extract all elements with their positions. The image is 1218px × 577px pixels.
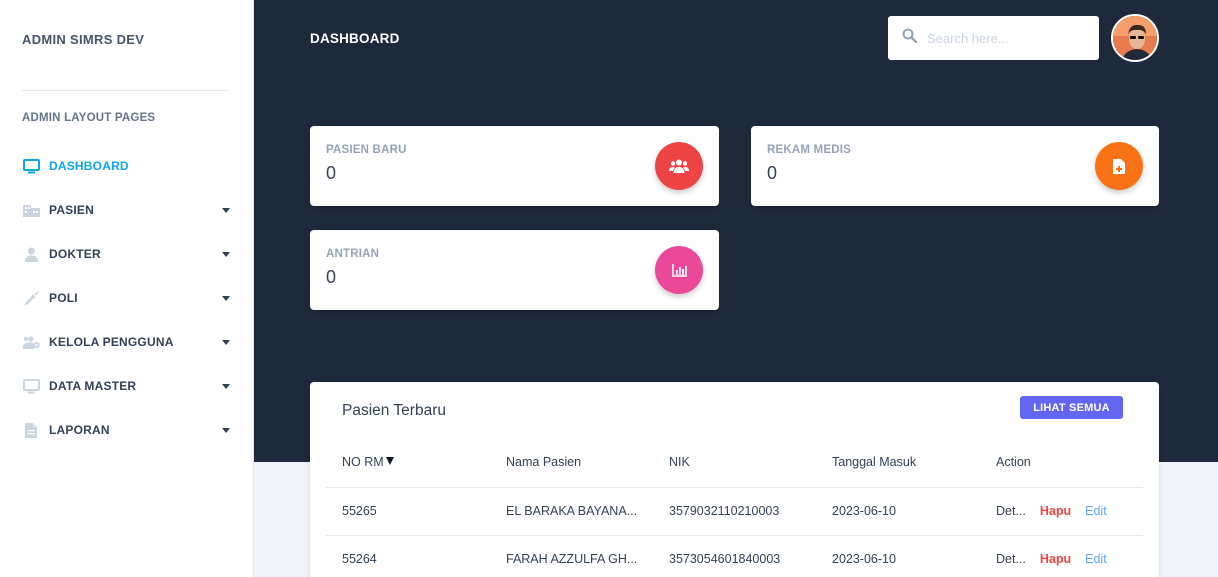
sidebar-item-label: POLI [49, 291, 78, 305]
file-icon [22, 422, 40, 438]
column-header-nama: Nama Pasien [490, 438, 653, 488]
stat-card-pasien-baru: PASIEN BARU 0 [310, 126, 719, 206]
sidebar-heading: ADMIN LAYOUT PAGES [22, 112, 156, 124]
table-header-row: NO RM Nama Pasien NIK Tanggal Masuk Acti… [326, 438, 1143, 488]
chart-bar-icon [655, 246, 703, 294]
avatar[interactable] [1111, 14, 1159, 62]
search-input[interactable] [927, 30, 1077, 46]
sidebar-item-pasien[interactable]: PASIEN [22, 188, 232, 232]
sidebar-nav: DASHBOARD PASIEN DOKTER POLI KELOLA PENG… [22, 144, 232, 452]
brand-title[interactable]: ADMIN SIMRS DEV [22, 32, 144, 47]
column-header-tanggal: Tanggal Masuk [816, 438, 980, 488]
stat-label: ANTRIAN [326, 248, 380, 260]
cell-nik: 3579032110210003 [653, 487, 816, 536]
table-row: 55265 EL BARAKA BAYANA... 35790321102100… [326, 487, 1143, 536]
cell-nik: 3573054601840003 [653, 535, 816, 577]
chevron-down-icon [222, 207, 230, 213]
stat-value: 0 [326, 163, 337, 183]
sidebar-item-label: PASIEN [49, 203, 94, 217]
sidebar-item-dokter[interactable]: DOKTER [22, 232, 232, 276]
cell-no-rm: 55264 [326, 535, 490, 577]
cell-nama: EL BARAKA BAYANA... [490, 487, 653, 536]
see-all-button[interactable]: LIHAT SEMUA [1020, 396, 1123, 419]
chevron-down-icon [222, 295, 230, 301]
detail-link[interactable]: Det... [996, 552, 1026, 566]
stat-label: REKAM MEDIS [767, 144, 851, 156]
chevron-down-icon [222, 427, 230, 433]
column-header-label: NO RM [342, 455, 384, 470]
cell-action: Det... Hapu Edit [980, 535, 1143, 577]
search-icon [902, 28, 918, 48]
column-header-no-rm[interactable]: NO RM [326, 438, 490, 488]
monitor-icon [22, 158, 40, 174]
chevron-down-icon [222, 339, 230, 345]
stat-value: 0 [326, 267, 337, 287]
delete-button[interactable]: Hapu [1040, 504, 1071, 518]
panel-title: Pasien Terbaru [342, 402, 446, 419]
file-medical-icon [1095, 142, 1143, 190]
table-row: 55264 FARAH AZZULFA GH... 35730546018400… [326, 535, 1143, 577]
delete-button[interactable]: Hapu [1040, 552, 1071, 566]
sidebar-item-label: DASHBOARD [49, 159, 129, 173]
cell-action: Det... Hapu Edit [980, 487, 1143, 536]
users-icon [655, 142, 703, 190]
search-box[interactable] [888, 16, 1099, 60]
sidebar-item-label: LAPORAN [49, 423, 110, 437]
sort-desc-icon [385, 457, 394, 466]
edit-link[interactable]: Edit [1085, 552, 1107, 566]
cell-nama: FARAH AZZULFA GH... [490, 535, 653, 577]
user-icon [22, 246, 40, 262]
chevron-down-icon [222, 383, 230, 389]
sidebar-item-label: KELOLA PENGGUNA [49, 335, 174, 349]
sidebar-item-label: DATA MASTER [49, 379, 137, 393]
stat-label: PASIEN BARU [326, 144, 407, 156]
column-header-action: Action [980, 438, 1143, 488]
page-title[interactable]: DASHBOARD [310, 31, 400, 46]
column-header-nik: NIK [653, 438, 816, 488]
recent-patients-panel: Pasien Terbaru LIHAT SEMUA NO RM Nama Pa… [310, 382, 1159, 577]
monitor-icon [22, 378, 40, 394]
cell-tanggal: 2023-06-10 [816, 535, 980, 577]
users-cog-icon [22, 334, 40, 350]
sidebar-item-data-master[interactable]: DATA MASTER [22, 364, 232, 408]
building-icon [22, 202, 40, 218]
sidebar-divider [22, 90, 229, 91]
recent-patients-table: NO RM Nama Pasien NIK Tanggal Masuk Acti… [326, 438, 1143, 577]
sidebar-item-dashboard[interactable]: DASHBOARD [22, 144, 232, 188]
cell-tanggal: 2023-06-10 [816, 487, 980, 536]
sidebar-item-laporan[interactable]: LAPORAN [22, 408, 232, 452]
sidebar-item-poli[interactable]: POLI [22, 276, 232, 320]
sidebar-item-kelola-pengguna[interactable]: KELOLA PENGGUNA [22, 320, 232, 364]
syringe-icon [22, 290, 40, 306]
chevron-down-icon [222, 251, 230, 257]
stat-card-antrian: ANTRIAN 0 [310, 230, 719, 310]
cell-no-rm: 55265 [326, 487, 490, 536]
sidebar-item-label: DOKTER [49, 247, 101, 261]
sidebar: ADMIN SIMRS DEV ADMIN LAYOUT PAGES DASHB… [0, 0, 254, 577]
edit-link[interactable]: Edit [1085, 504, 1107, 518]
stat-value: 0 [767, 163, 778, 183]
stat-card-rekam-medis: REKAM MEDIS 0 [751, 126, 1159, 206]
detail-link[interactable]: Det... [996, 504, 1026, 518]
